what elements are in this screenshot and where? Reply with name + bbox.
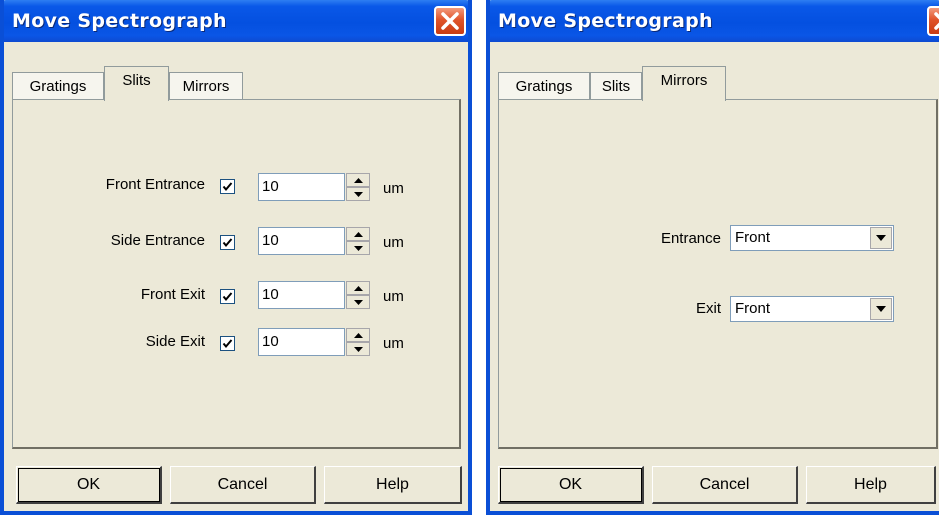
exit-label: Exit (695, 300, 721, 317)
front-entrance-unit: um (383, 180, 404, 197)
side-exit-unit: um (383, 335, 404, 352)
spin-up-button[interactable] (346, 173, 370, 187)
tab-slits[interactable]: Slits (104, 66, 169, 101)
spin-down-button[interactable] (346, 342, 370, 356)
side-exit-checkbox[interactable] (220, 336, 235, 351)
front-exit-unit: um (383, 288, 404, 305)
move-spectrograph-dialog-mirrors: Move Spectrograph Gratings Slits Mirrors… (486, 0, 939, 515)
checkmark-icon (222, 182, 233, 192)
chevron-down-icon (876, 235, 886, 241)
side-entrance-unit: um (383, 234, 404, 251)
button-bar: OK Cancel Help (4, 458, 468, 511)
exit-value: Front (735, 300, 771, 317)
help-button[interactable]: Help (324, 466, 462, 504)
side-exit-spinner[interactable] (346, 328, 370, 356)
mirrors-panel: Entrance Front Exit Front (498, 99, 938, 449)
checkmark-icon (222, 339, 233, 349)
spin-up-button[interactable] (346, 328, 370, 342)
move-spectrograph-dialog-slits: Move Spectrograph Gratings Slits Mirrors… (0, 0, 472, 515)
side-entrance-spinner[interactable] (346, 227, 370, 255)
cancel-button[interactable]: Cancel (170, 466, 316, 504)
spin-up-button[interactable] (346, 281, 370, 295)
arrow-up-icon (354, 286, 363, 291)
entrance-value: Front (735, 229, 771, 246)
side-entrance-label: Side Entrance (110, 232, 205, 249)
spin-down-button[interactable] (346, 241, 370, 255)
checkmark-icon (222, 292, 233, 302)
entrance-label: Entrance (660, 230, 721, 247)
dropdown-button[interactable] (870, 298, 892, 320)
ok-button[interactable]: OK (16, 466, 162, 504)
tab-gratings[interactable]: Gratings (12, 72, 104, 100)
front-exit-spinner[interactable] (346, 281, 370, 309)
spin-down-button[interactable] (346, 295, 370, 309)
exit-dropdown[interactable]: Front (730, 296, 894, 322)
arrow-up-icon (354, 333, 363, 338)
side-entrance-checkbox[interactable] (220, 235, 235, 250)
tab-slits[interactable]: Slits (590, 72, 642, 100)
arrow-up-icon (354, 232, 363, 237)
entrance-dropdown[interactable]: Front (730, 225, 894, 251)
close-button[interactable] (434, 6, 466, 36)
side-exit-label: Side Exit (145, 333, 205, 350)
cancel-button[interactable]: Cancel (652, 466, 798, 504)
chevron-down-icon (876, 306, 886, 312)
spin-up-button[interactable] (346, 227, 370, 241)
side-entrance-input[interactable]: 10 (258, 227, 345, 255)
tab-gratings[interactable]: Gratings (498, 72, 590, 100)
close-button[interactable] (927, 6, 939, 36)
tab-mirrors[interactable]: Mirrors (169, 72, 243, 100)
arrow-up-icon (354, 178, 363, 183)
dialog-title: Move Spectrograph (498, 10, 713, 32)
dropdown-button[interactable] (870, 227, 892, 249)
spin-down-button[interactable] (346, 187, 370, 201)
help-button[interactable]: Help (806, 466, 936, 504)
front-exit-label: Front Exit (140, 286, 205, 303)
title-bar[interactable]: Move Spectrograph (490, 0, 939, 42)
title-bar[interactable]: Move Spectrograph (4, 0, 468, 42)
tab-mirrors[interactable]: Mirrors (642, 66, 726, 101)
ok-button[interactable]: OK (498, 466, 644, 504)
arrow-down-icon (354, 192, 363, 197)
button-bar: OK Cancel Help (490, 458, 939, 511)
side-exit-input[interactable]: 10 (258, 328, 345, 356)
arrow-down-icon (354, 300, 363, 305)
front-entrance-spinner[interactable] (346, 173, 370, 201)
front-entrance-input[interactable]: 10 (258, 173, 345, 201)
arrow-down-icon (354, 347, 363, 352)
front-exit-checkbox[interactable] (220, 289, 235, 304)
slits-panel: Front Entrance 10 um Side Entrance 10 um… (12, 99, 461, 449)
front-exit-input[interactable]: 10 (258, 281, 345, 309)
front-entrance-label: Front Entrance (105, 176, 205, 193)
dialog-title: Move Spectrograph (12, 10, 227, 32)
checkmark-icon (222, 238, 233, 248)
front-entrance-checkbox[interactable] (220, 179, 235, 194)
arrow-down-icon (354, 246, 363, 251)
